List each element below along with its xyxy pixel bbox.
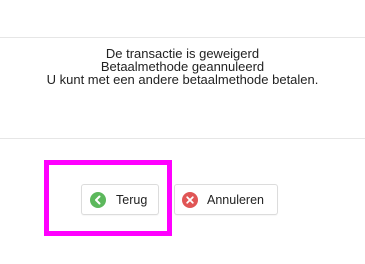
close-icon <box>182 191 198 208</box>
top-divider <box>0 37 365 38</box>
payment-declined-page: De transactie is geweigerd Betaalmethode… <box>0 0 365 264</box>
bottom-divider <box>0 138 365 139</box>
cancel-button-label: Annuleren <box>207 192 264 207</box>
chevron-left-icon <box>90 191 106 208</box>
status-message: De transactie is geweigerd Betaalmethode… <box>0 47 365 86</box>
back-button-label: Terug <box>116 192 148 207</box>
back-button[interactable]: Terug <box>81 184 159 215</box>
message-line-instruction: U kunt met een andere betaalmethode beta… <box>46 72 319 87</box>
cancel-button[interactable]: Annuleren <box>174 184 278 215</box>
